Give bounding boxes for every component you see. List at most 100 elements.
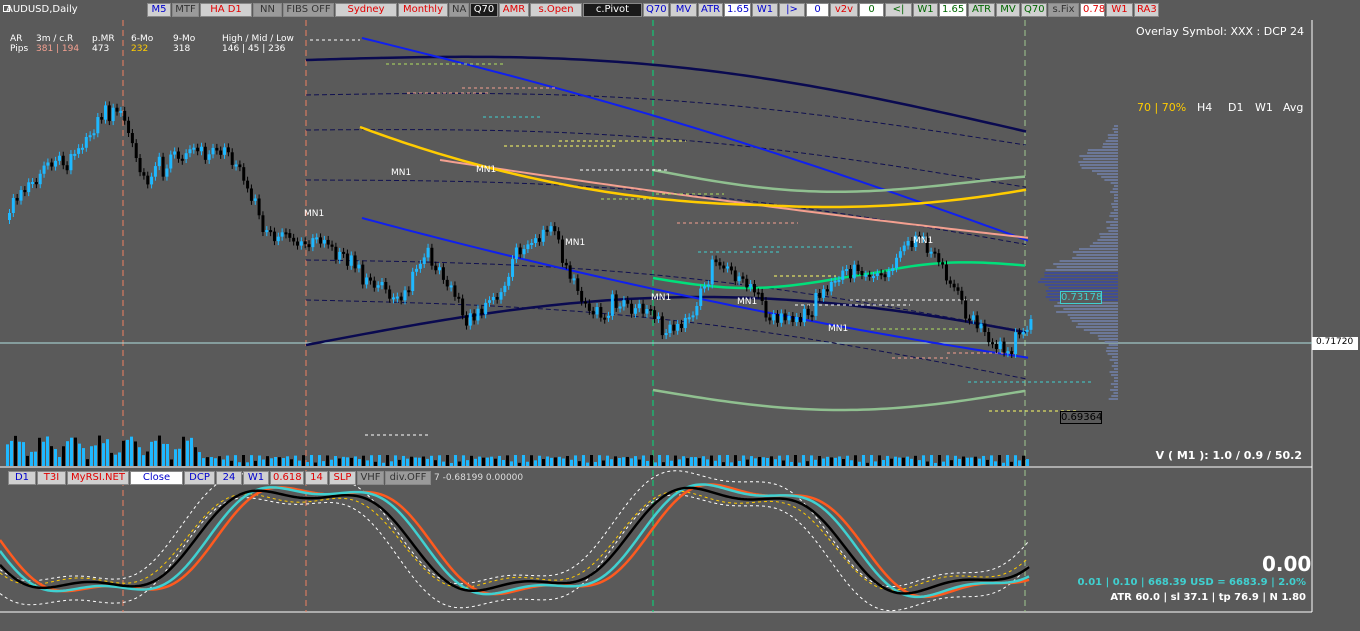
indicator-button-myrsi-net[interactable]: MyRSI.NET (67, 471, 129, 485)
toolbar-button-mv[interactable]: MV (670, 3, 697, 17)
indicator-button-close[interactable]: Close (130, 471, 183, 485)
toolbar-button-monthly[interactable]: Monthly (398, 3, 448, 17)
volume-bar (962, 457, 965, 466)
toolbar-button-ra3[interactable]: RA3 (1134, 3, 1159, 17)
profile-bar (1073, 251, 1118, 253)
indicator-button-slp[interactable]: SLP (329, 471, 356, 485)
toolbar-button-0[interactable]: 0 (859, 3, 884, 17)
indicator-button-vhf[interactable]: VHF (357, 471, 384, 485)
candle-body (718, 262, 721, 265)
toolbar-button-amr[interactable]: AMR (499, 3, 529, 17)
indicator-big-value: 0.00 (1262, 552, 1311, 576)
price-box-2[interactable]: 0.69364 (1060, 411, 1102, 424)
candle-body (192, 148, 195, 150)
toolbar-button-atr[interactable]: ATR (698, 3, 723, 17)
candle-body (503, 286, 506, 292)
indicator-button-div-off[interactable]: div.OFF (385, 471, 431, 485)
volume-bar (306, 462, 309, 466)
toolbar-button-w1[interactable]: W1 (913, 3, 938, 17)
toolbar-button-sydney[interactable]: Sydney (335, 3, 397, 17)
toolbar-button-1-65[interactable]: 1.65 (939, 3, 967, 17)
profile-bar (1114, 197, 1118, 199)
candle-body (1003, 342, 1006, 353)
indicator-button-d1[interactable]: D1 (8, 471, 36, 485)
candle-body (23, 190, 26, 192)
candle-body (576, 278, 579, 291)
candle-body (242, 167, 245, 181)
toolbar-button-fibs-off[interactable]: FIBS OFF (283, 3, 334, 17)
volume-bar (510, 461, 513, 466)
volume-bar (650, 455, 653, 466)
candle-body (238, 164, 241, 167)
candle-body (8, 213, 11, 220)
volume-bar (742, 455, 745, 466)
profile-bar (1114, 185, 1118, 187)
toolbar-button-w1[interactable]: W1 (1106, 3, 1133, 17)
profile-bar (1114, 194, 1118, 196)
toolbar-button-s-open[interactable]: s.Open (530, 3, 582, 17)
candle-body (438, 267, 441, 270)
indicator-button-t3i[interactable]: T3I (37, 471, 66, 485)
volume-bar (994, 461, 997, 466)
profile-bar (1111, 182, 1118, 184)
profile-bar (1114, 218, 1118, 220)
toolbar-button-1-65[interactable]: 1.65 (724, 3, 751, 17)
volume-bar (798, 463, 801, 466)
toolbar-button-c-pivot[interactable]: c.Pivot (583, 3, 642, 17)
volume-bar (314, 463, 317, 466)
indicator-button-24[interactable]: 24 (216, 471, 242, 485)
toolbar-button-s-fix[interactable]: s.Fix (1048, 3, 1079, 17)
candle-body (795, 317, 798, 322)
indicator-button-dcp[interactable]: DCP (184, 471, 215, 485)
volume-bar (734, 455, 737, 466)
toolbar-button-q70[interactable]: Q70 (1021, 3, 1047, 17)
profile-bar (1110, 224, 1118, 226)
profile-bar (1082, 167, 1118, 169)
toolbar-button-atr[interactable]: ATR (968, 3, 995, 17)
candle-body (653, 310, 656, 319)
indicator-button-0-618[interactable]: 0.618 (270, 471, 304, 485)
toolbar-button-mv[interactable]: MV (996, 3, 1020, 17)
toolbar-button-ha-d1[interactable]: HA D1 (200, 3, 252, 17)
volume-bar (6, 444, 9, 466)
volume-bar (678, 459, 681, 466)
profile-bar (1114, 200, 1118, 202)
candle-body (415, 269, 418, 272)
atr-info: ATR 60.0 | sl 37.1 | tp 76.9 | N 1.80 (1110, 592, 1306, 603)
candle-body (373, 281, 376, 288)
toolbar-button-na[interactable]: NA (449, 3, 469, 17)
indicator-button-w1[interactable]: W1 (243, 471, 269, 485)
toolbar-button-q70[interactable]: Q70 (470, 3, 498, 17)
toolbar-button-0[interactable]: 0 (806, 3, 829, 17)
toolbar-button-0-78[interactable]: 0.78 (1080, 3, 1105, 17)
symbol-icon (3, 5, 10, 12)
volume-bar (270, 458, 273, 466)
stat-value: 146 | 45 | 236 (222, 44, 285, 54)
candle-body (54, 161, 57, 167)
indicator-button-14[interactable]: 14 (305, 471, 328, 485)
toolbar-button-q70[interactable]: Q70 (643, 3, 669, 17)
toolbar-button-nn[interactable]: NN (253, 3, 282, 17)
candle-body (730, 266, 733, 270)
candle-body (446, 280, 449, 287)
price-box-1[interactable]: 0.73178 (1060, 291, 1102, 304)
toolbar-button--[interactable]: |> (779, 3, 805, 17)
candle-body (546, 230, 549, 232)
price-chart[interactable]: MN1 MN1 MN1 MN1 MN1 MN1 MN1 MN1 (0, 0, 1360, 631)
toolbar-button-w1[interactable]: W1 (752, 3, 778, 17)
volume-bar (898, 458, 901, 466)
volume-bar (590, 455, 593, 466)
volume-bar (914, 456, 917, 466)
candle-body (907, 241, 910, 246)
candle-body (668, 325, 671, 333)
mn1-label: MN1 (737, 297, 757, 307)
candle-body (799, 317, 802, 322)
candle-body (484, 303, 487, 315)
toolbar-button-v2v[interactable]: v2v (830, 3, 858, 17)
toolbar-button-mtf[interactable]: MTF (172, 3, 199, 17)
volume-bar (1006, 455, 1009, 466)
toolbar-button-m5[interactable]: M5 (147, 3, 171, 17)
candle-body (991, 342, 994, 344)
toolbar-button--[interactable]: <| (885, 3, 912, 17)
candle-body (868, 275, 871, 277)
